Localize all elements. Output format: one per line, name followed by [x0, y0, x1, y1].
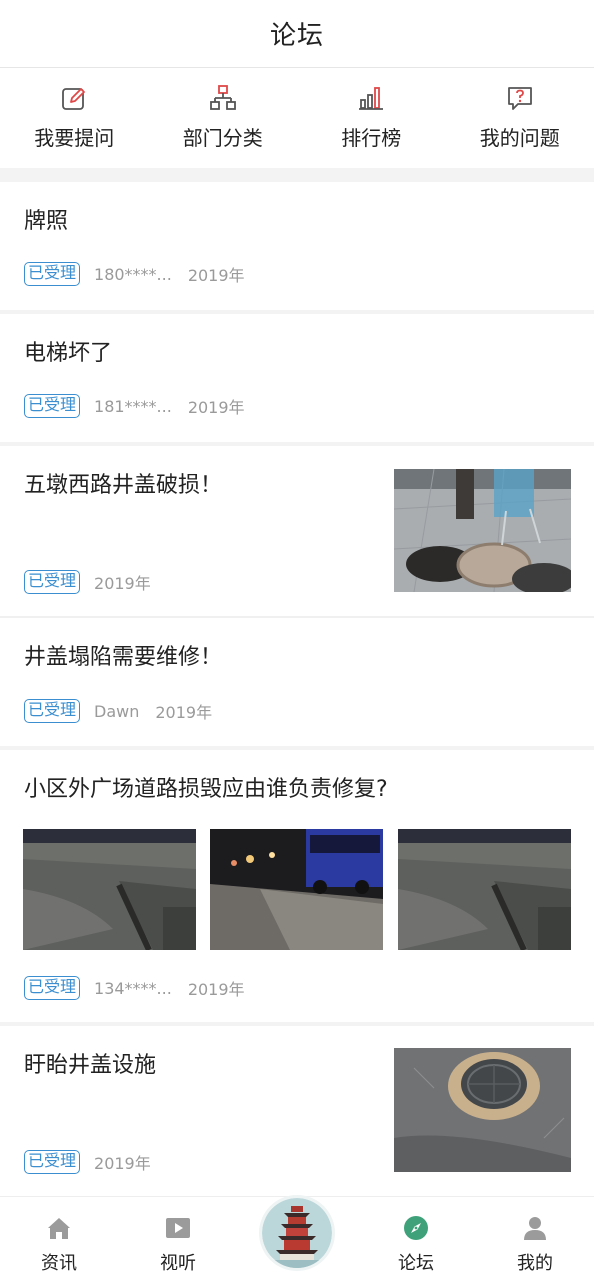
bar-chart-icon [357, 84, 385, 112]
quick-actions: 我要提问 部门分类 排行榜 我的问题 [0, 70, 594, 168]
tab-forum[interactable]: 论坛 [376, 1197, 456, 1280]
department-category-button[interactable]: 部门分类 [149, 70, 298, 168]
manhole-cover-photo[interactable] [394, 469, 571, 592]
post-meta: 已受理 134****... 2019年 [24, 976, 245, 1000]
my-questions-button[interactable]: 我的问题 [446, 70, 594, 168]
post-meta: 已受理 180****... 2019年 [24, 262, 245, 286]
status-badge: 已受理 [24, 262, 81, 286]
post-date: 2019年 [187, 980, 245, 999]
app-screen: 论坛 我要提问 部门分类 排行榜 我的问题 牌照 已受理 180****... … [0, 0, 594, 1280]
tower-logo-button[interactable] [262, 1198, 332, 1268]
page-title: 论坛 [269, 21, 324, 51]
post-author: Dawn [94, 701, 140, 721]
post-date: 2019年 [94, 1154, 151, 1173]
post-meta: 已受理 181****... 2019年 [24, 394, 245, 418]
post-title: 井盖塌陷需要维修！ [24, 645, 223, 670]
road-damage-photo[interactable] [23, 829, 196, 950]
post-meta: 已受理 2019年 [24, 570, 151, 594]
section-divider [0, 168, 594, 182]
post-item[interactable]: 井盖塌陷需要维修！ 已受理 Dawn 2019年 [0, 618, 594, 746]
post-title: 小区外广场道路损毁应由谁负责修复? [24, 777, 388, 802]
tower-logo [262, 1198, 332, 1268]
department-category-label: 部门分类 [182, 126, 263, 150]
post-author: 180****... [94, 264, 172, 284]
tab-news[interactable]: 资讯 [19, 1197, 99, 1280]
user-icon [522, 1215, 548, 1241]
tab-video-label: 视听 [160, 1253, 196, 1274]
ask-question-button[interactable]: 我要提问 [0, 70, 149, 168]
status-badge: 已受理 [24, 570, 81, 594]
tab-video[interactable]: 视听 [138, 1197, 218, 1280]
manhole-pothole-photo[interactable] [394, 1048, 571, 1172]
post-item[interactable]: 牌照 已受理 180****... 2019年 [0, 182, 594, 310]
ranking-label: 排行榜 [341, 126, 402, 150]
post-title: 五墩西路井盖破损！ [24, 473, 223, 498]
question-bubble-icon [506, 84, 534, 112]
post-item[interactable]: 五墩西路井盖破损！ 已受理 2019年 [0, 446, 594, 616]
status-badge: 已受理 [24, 976, 81, 1000]
ask-question-label: 我要提问 [34, 126, 115, 150]
post-author: 134****... [94, 978, 172, 998]
compass-icon [403, 1215, 429, 1241]
ranking-button[interactable]: 排行榜 [297, 70, 446, 168]
post-item[interactable]: 盱眙井盖设施 已受理 2019年 [0, 1026, 594, 1196]
post-item[interactable]: 电梯坏了 已受理 181****... 2019年 [0, 314, 594, 442]
edit-icon [60, 84, 88, 112]
tab-mine[interactable]: 我的 [495, 1197, 575, 1280]
my-questions-label: 我的问题 [479, 126, 560, 150]
status-badge: 已受理 [24, 1150, 81, 1174]
post-title: 盱眙井盖设施 [24, 1053, 157, 1078]
status-badge: 已受理 [24, 394, 81, 418]
tab-news-label: 资讯 [41, 1253, 77, 1274]
post-author: 181****... [94, 396, 172, 416]
post-item[interactable]: 小区外广场道路损毁应由谁负责修复? 已受理 134****... 2019年 [0, 750, 594, 1022]
post-title: 牌照 [24, 209, 69, 234]
home-icon [46, 1215, 72, 1241]
post-meta: 已受理 Dawn 2019年 [24, 699, 212, 723]
post-date: 2019年 [187, 266, 245, 285]
tab-mine-label: 我的 [517, 1253, 553, 1274]
header-bar: 论坛 [0, 0, 594, 68]
org-chart-icon [209, 84, 237, 112]
road-damage-photo[interactable] [398, 829, 571, 950]
post-date: 2019年 [155, 703, 213, 722]
tab-forum-label: 论坛 [398, 1253, 434, 1274]
video-play-icon [165, 1215, 191, 1241]
post-title: 电梯坏了 [24, 341, 113, 366]
status-badge: 已受理 [24, 699, 81, 723]
road-night-bus-photo[interactable] [210, 829, 383, 950]
post-date: 2019年 [187, 398, 245, 417]
post-meta: 已受理 2019年 [24, 1150, 151, 1174]
post-date: 2019年 [94, 574, 151, 593]
